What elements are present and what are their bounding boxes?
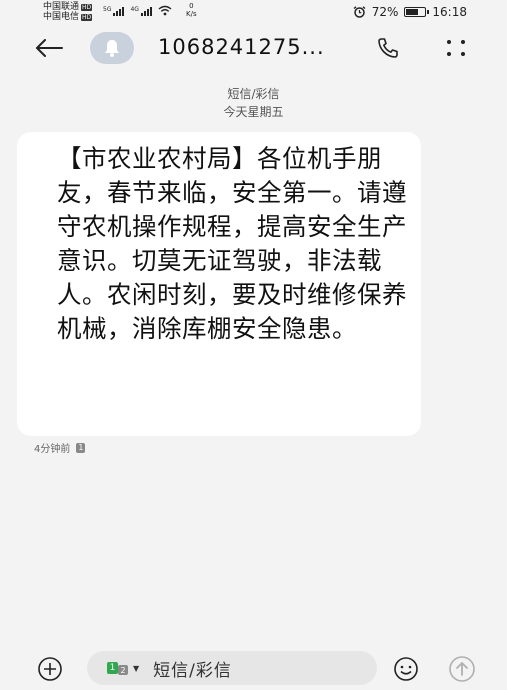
emoji-button[interactable] [390,653,422,685]
bell-icon [105,40,119,57]
sim-1-icon: 1 [107,662,118,674]
signal-indicators: 5G 4G [103,5,172,16]
carrier-info: 中国联通 HD 中国电信 HD [43,2,93,22]
network-speed: 0 K/s [186,2,197,18]
contact-avatar[interactable] [90,32,134,64]
attach-button[interactable] [34,653,66,685]
hd-badge: HD [81,3,93,11]
message-type-label: 短信/彩信 [227,87,280,101]
conversation-header: 1068241275... [0,26,507,70]
send-button[interactable] [446,653,478,685]
message-bubble[interactable]: 【市农业农村局】各位机手朋友，春节来临，安全第一。请遵守农机操作规程，提高安全生… [17,132,421,436]
call-button[interactable] [372,34,404,62]
caret-down-icon: ▼ [133,663,140,673]
carrier-1: 中国联通 [43,2,80,12]
phone-icon [378,38,398,58]
arrow-left-icon [36,39,63,57]
message-text: 【市农业农村局】各位机手朋友，春节来临，安全第一。请遵守农机操作规程，提高安全生… [57,144,407,343]
back-button[interactable] [32,34,66,62]
more-dots-icon [447,40,465,56]
smiley-icon [394,657,418,681]
signal-icon: 4G [130,6,152,16]
hd-badge: HD [81,13,93,21]
more-options-button[interactable] [440,34,472,62]
input-placeholder: 短信/彩信 [153,660,232,681]
plus-circle-icon [38,657,62,681]
carrier-2: 中国电信 [43,12,80,22]
message-timestamp: 4分钟前 1 [34,442,86,455]
battery-percent: 72% [371,5,399,19]
wifi-icon [158,5,172,16]
composer-bar: 1 2 ▼ 短信/彩信 [0,645,507,690]
sim-selector[interactable]: 1 2 ▼ [107,661,139,675]
clock: 16:18 [432,5,467,19]
arrow-up-circle-icon [449,656,475,682]
status-bar: 中国联通 HD 中国电信 HD 5G 4G 0 K/s 72% 16:18 [0,0,507,24]
day-label: 今天星期五 [223,105,284,119]
alarm-icon [353,6,366,18]
contact-phone-number: 1068241275... [158,35,325,59]
signal-icon: 5G [103,6,125,16]
message-input[interactable]: 1 2 ▼ 短信/彩信 [87,651,377,685]
battery-icon [404,7,430,17]
sim-2-icon: 2 [118,665,128,675]
sim-badge: 1 [76,442,86,453]
